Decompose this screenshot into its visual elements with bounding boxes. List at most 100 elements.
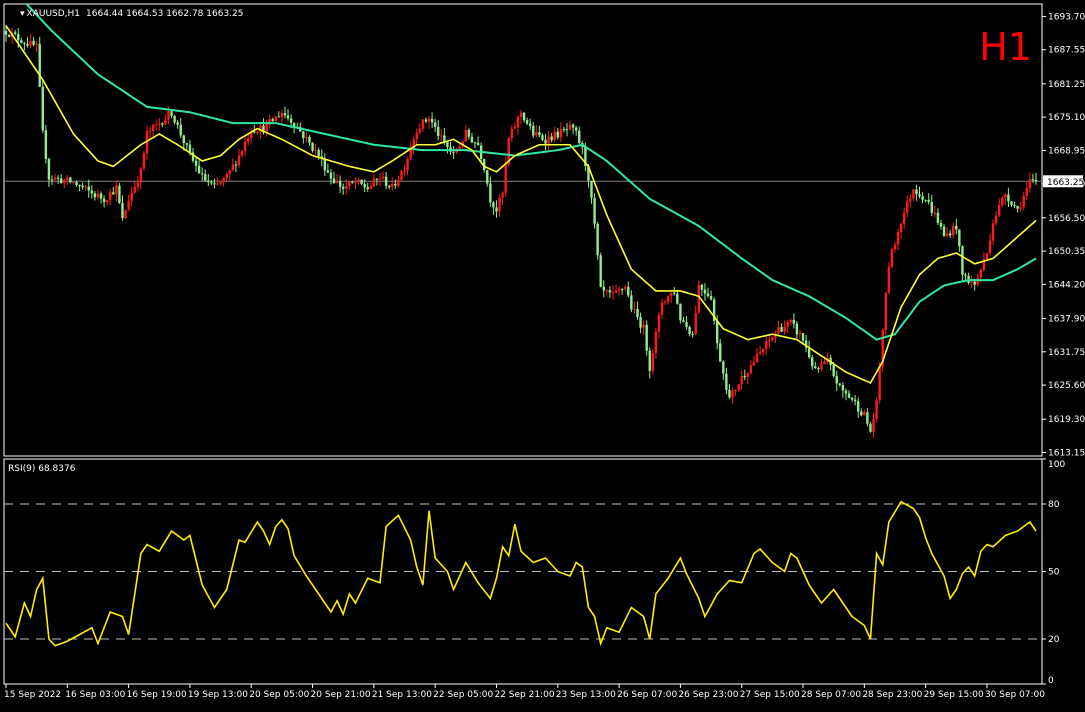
candle-body [265,123,268,133]
candle-body [75,182,78,186]
candle-body [1004,194,1007,198]
candle-body [161,123,164,125]
candle-body [228,170,231,174]
candle-body [188,144,192,153]
candle-body [547,136,550,144]
candle-body [673,292,676,294]
candle-body [553,131,556,141]
candle-body [942,226,946,236]
candle-body [1007,194,1010,202]
candle-body [326,170,330,173]
candle-body [639,317,642,328]
candle-body [633,308,636,310]
candle-body [755,353,759,363]
candle-body [525,120,529,124]
candle-body [44,130,48,159]
candle-body [952,226,955,236]
candle-body [360,179,363,184]
price-tick-label: 1631.75 [1048,348,1085,358]
candle-body [194,160,198,166]
candle-body [820,364,823,370]
candle-body [749,365,753,374]
candle-body [473,142,477,144]
candle-body [902,212,906,224]
candle-body [41,86,44,131]
candle-body [78,185,81,187]
candle-body [614,290,618,293]
candle-body [786,322,789,327]
candle-body [354,182,357,184]
candle-body [219,182,222,184]
candle-body [372,178,376,186]
candle-body [155,124,158,126]
candle-body [464,129,468,142]
time-tick-label: 19 Sep 13:00 [188,690,248,700]
candle-body [308,136,311,143]
candle-body [105,200,109,203]
candle-body [645,324,648,351]
candle-body [213,183,216,185]
candle-body [93,193,97,198]
time-tick-label: 26 Sep 23:00 [678,690,738,700]
candle-body [381,176,385,179]
candle-body [271,119,274,122]
candle-body [323,158,327,171]
candle-body [4,31,8,35]
candle-body [277,116,281,118]
candle-body [844,390,848,394]
candle-body [433,122,437,127]
candle-body [924,199,927,201]
price-tick-label: 1625.60 [1048,381,1085,391]
candle-body [682,320,685,323]
candle-body [734,390,737,392]
candle-body [758,352,762,354]
time-tick-label: 23 Sep 13:00 [556,690,616,700]
candle-body [237,155,241,166]
candle-body [274,116,277,122]
candle-body [246,138,250,142]
candle-body [691,333,694,335]
candle-body [1034,179,1038,181]
current-price-tag-label: 1663.25 [1047,178,1084,188]
candle-body [182,135,185,144]
candle-body [921,196,924,200]
chart-svg[interactable]: 1693.701687.551681.251675.101668.951662.… [0,0,1085,708]
candle-body [648,350,651,371]
time-tick-label: 20 Sep 05:00 [249,690,309,700]
candle-body [53,177,57,180]
candle-body [814,366,817,369]
candle-body [624,286,627,289]
candle-body [452,151,455,153]
candle-body [737,384,740,391]
candle-body [608,290,612,293]
candle-body [1010,201,1013,205]
candle-body [118,185,121,203]
trading-chart[interactable]: 1693.701687.551681.251675.101668.951662.… [0,0,1085,708]
candle-body [519,112,523,117]
candle-body [369,185,372,190]
candle-body [112,192,115,195]
candle-body [167,111,170,120]
candle-body [961,246,964,275]
candle-body [853,399,857,402]
candle-body [887,266,891,293]
candle-body [243,141,247,151]
chart-background [0,0,1085,708]
candle-body [26,43,29,46]
candle-body [602,286,605,291]
candle-body [314,149,317,151]
candle-body [81,185,84,188]
candle-body [467,129,471,137]
candle-body [994,215,998,224]
candle-body [722,361,725,374]
rsi-tick-label: 80 [1048,500,1060,510]
candle-body [801,333,805,341]
candle-body [866,412,869,424]
candle-body [541,135,544,140]
candle-body [406,158,409,171]
candle-body [590,180,593,198]
candle-body [731,390,734,398]
candle-body [418,128,422,133]
candle-body [185,143,189,145]
candle-body [29,40,32,46]
